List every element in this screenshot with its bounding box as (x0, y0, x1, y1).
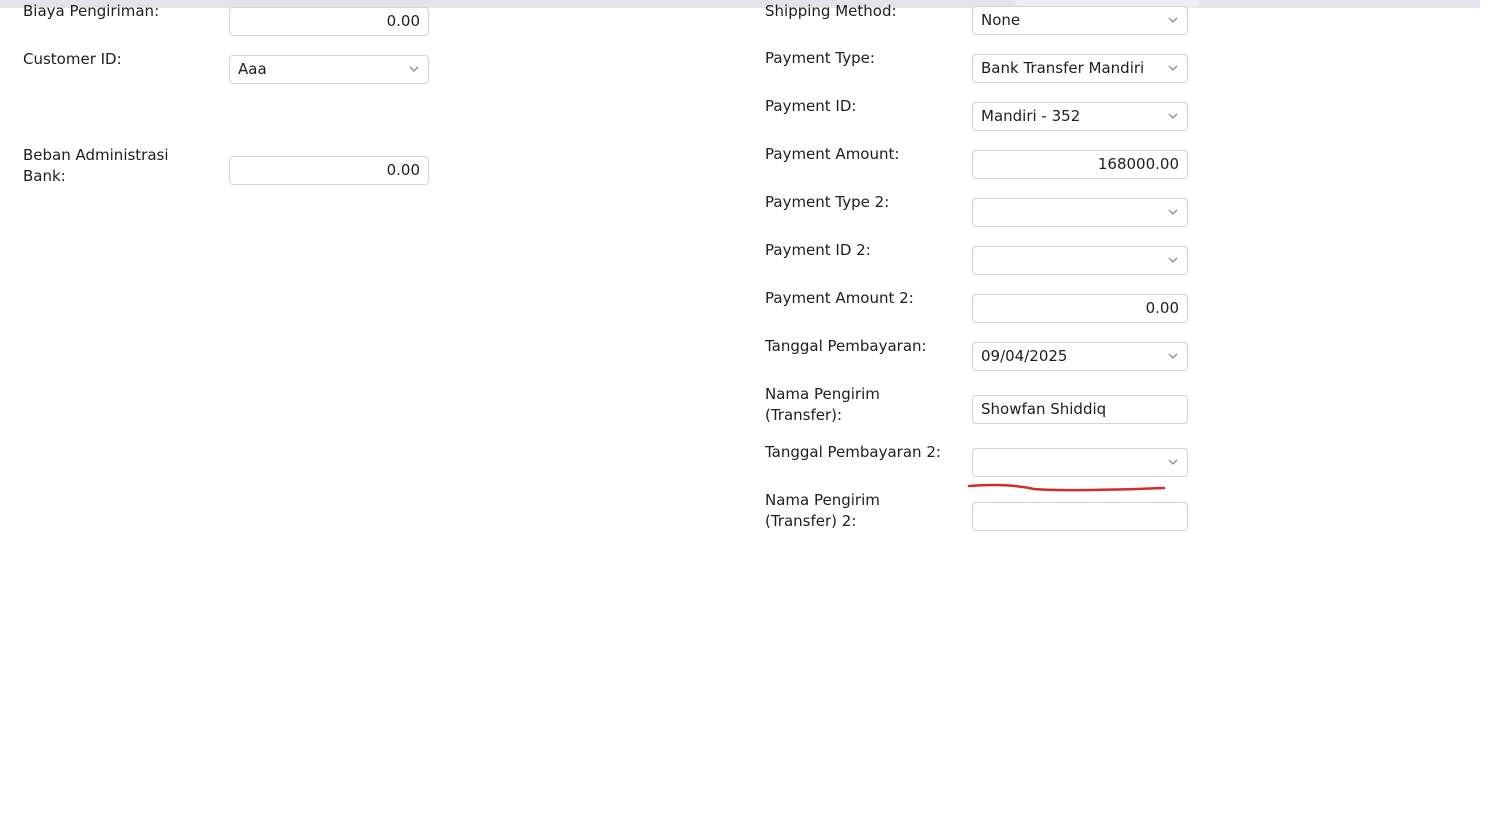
nama-pengirim-input[interactable]: Showfan Shiddiq (972, 395, 1188, 424)
tanggal-pembayaran-label: Tanggal Pembayaran: (765, 337, 927, 355)
tanggal-pembayaran-select[interactable]: 09/04/2025 (972, 342, 1188, 371)
chevron-down-icon (1168, 458, 1178, 466)
shipping-method-label: Shipping Method: (765, 2, 897, 20)
payment-amount-2-label: Payment Amount 2: (765, 289, 914, 307)
payment-type-2-label: Payment Type 2: (765, 193, 890, 211)
nama-pengirim-label-line2: (Transfer): (765, 406, 843, 424)
payment-type-2-select[interactable] (972, 198, 1188, 227)
shipping-method-select[interactable]: None (972, 6, 1188, 35)
chevron-down-icon (1168, 112, 1178, 120)
beban-admin-label-line1: Beban Administrasi (23, 146, 169, 164)
payment-type-label: Payment Type: (765, 49, 875, 67)
tanggal-pembayaran-2-label: Tanggal Pembayaran 2: (765, 443, 941, 461)
payment-amount-2-input[interactable]: 0.00 (972, 294, 1188, 323)
chevron-down-icon (1168, 64, 1178, 72)
payment-amount-label: Payment Amount: (765, 145, 900, 163)
chevron-down-icon (1168, 16, 1178, 24)
biaya-pengiriman-input[interactable]: 0.00 (229, 7, 429, 36)
chevron-down-icon (1168, 256, 1178, 264)
payment-type-select[interactable]: Bank Transfer Mandiri (972, 54, 1188, 83)
payment-id-select[interactable]: Mandiri - 352 (972, 102, 1188, 131)
page: Biaya Pengiriman: 0.00 Customer ID: Aaa … (0, 0, 1500, 817)
tanggal-pembayaran-value: 09/04/2025 (981, 347, 1068, 365)
payment-id-2-select[interactable] (972, 246, 1188, 275)
biaya-pengiriman-label: Biaya Pengiriman: (23, 2, 160, 20)
chevron-down-icon (409, 65, 419, 73)
payment-amount-input[interactable]: 168000.00 (972, 150, 1188, 179)
tanggal-pembayaran-2-select[interactable] (972, 448, 1188, 477)
red-underline-annotation (967, 483, 1166, 492)
payment-id-value: Mandiri - 352 (981, 107, 1081, 125)
nama-pengirim-2-label-line1: Nama Pengirim (765, 491, 880, 509)
top-bar (0, 0, 1480, 8)
chevron-down-icon (1168, 352, 1178, 360)
beban-admin-input[interactable]: 0.00 (229, 156, 429, 185)
payment-type-value: Bank Transfer Mandiri (981, 59, 1145, 77)
payment-id-2-label: Payment ID 2: (765, 241, 871, 259)
chevron-down-icon (1168, 208, 1178, 216)
customer-id-value: Aaa (238, 60, 267, 78)
customer-id-select[interactable]: Aaa (229, 55, 429, 84)
nama-pengirim-2-input[interactable] (972, 502, 1188, 531)
customer-id-label: Customer ID: (23, 50, 122, 68)
shipping-method-value: None (981, 11, 1021, 29)
beban-admin-label-line2: Bank: (23, 167, 66, 185)
nama-pengirim-2-label-line2: (Transfer) 2: (765, 512, 857, 530)
nama-pengirim-label-line1: Nama Pengirim (765, 385, 880, 403)
payment-id-label: Payment ID: (765, 97, 857, 115)
